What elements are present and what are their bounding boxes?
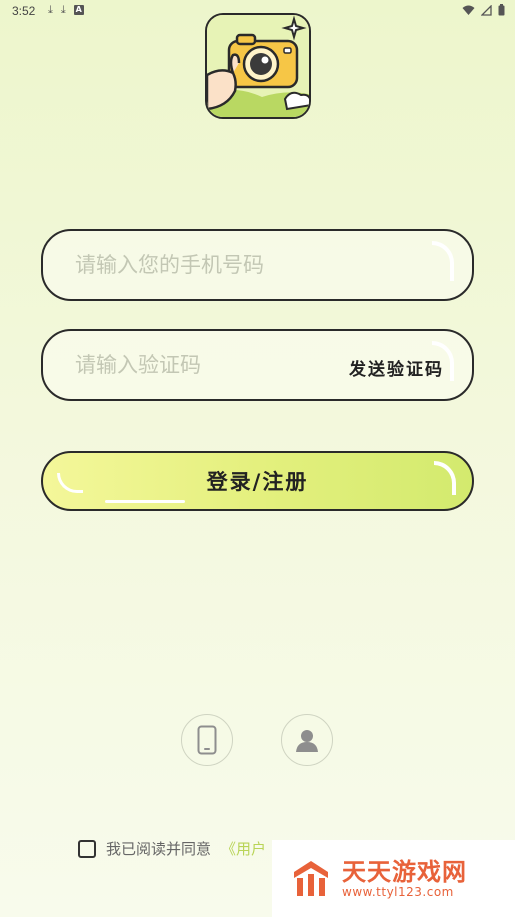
status-time: 3:52 bbox=[12, 4, 36, 18]
login-register-label: 登录/注册 bbox=[206, 470, 309, 494]
a-box-icon: A bbox=[73, 5, 84, 15]
login-register-button[interactable]: 登录/注册 bbox=[41, 451, 474, 511]
phone-login-option[interactable] bbox=[181, 714, 233, 766]
phone-input[interactable] bbox=[75, 231, 335, 299]
watermark-text: 天天游戏网 www.ttyl123.com bbox=[342, 859, 467, 899]
status-left-icons: ⤓ ⤓ A bbox=[48, 4, 84, 16]
status-right-icons bbox=[462, 4, 505, 16]
watermark: 天天游戏网 www.ttyl123.com bbox=[272, 840, 515, 917]
wifi-icon bbox=[462, 5, 475, 15]
agreement-row: 我已阅读并同意 《用户 bbox=[78, 838, 266, 859]
agreement-checkbox[interactable] bbox=[78, 839, 96, 858]
field-gloss bbox=[432, 341, 454, 381]
send-code-button[interactable]: 发送验证码 bbox=[349, 355, 444, 380]
download-icon: ⤓ bbox=[48, 3, 53, 16]
account-login-option[interactable] bbox=[281, 714, 333, 766]
user-agreement-link[interactable]: 《用户 bbox=[221, 838, 266, 859]
phone-field[interactable] bbox=[41, 229, 474, 301]
button-gloss bbox=[105, 500, 185, 503]
download-icon: ⤓ bbox=[60, 3, 66, 16]
button-gloss bbox=[434, 461, 456, 495]
verification-code-field[interactable]: 发送验证码 bbox=[41, 329, 474, 401]
app-logo bbox=[205, 13, 311, 119]
watermark-url: www.ttyl123.com bbox=[342, 884, 454, 899]
button-gloss bbox=[57, 473, 83, 493]
field-gloss bbox=[432, 241, 454, 281]
watermark-brand: 天天游戏网 bbox=[342, 857, 467, 886]
user-icon bbox=[296, 730, 318, 752]
verification-code-input[interactable] bbox=[75, 331, 335, 399]
signal-icon bbox=[481, 4, 492, 16]
agreement-text: 我已阅读并同意 bbox=[106, 840, 212, 858]
battery-icon bbox=[498, 4, 505, 16]
watermark-logo-icon bbox=[294, 860, 328, 896]
phone-icon bbox=[197, 725, 217, 755]
